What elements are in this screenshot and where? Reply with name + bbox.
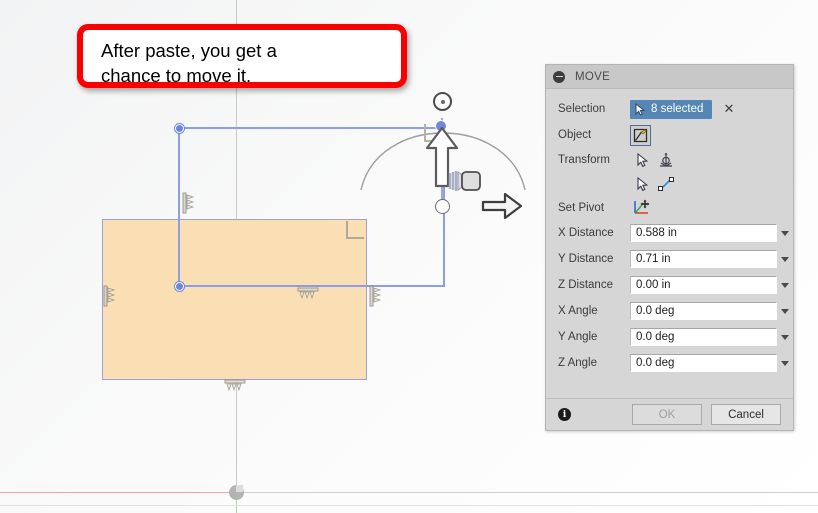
set-pivot-label: Set Pivot <box>558 202 605 214</box>
y-distance-dropdown-icon[interactable] <box>777 250 793 268</box>
corner-constraint-marker <box>346 221 364 239</box>
z-distance-input[interactable]: 0.00 in <box>630 276 778 294</box>
object-row: Object <box>546 122 793 148</box>
z-distance-label: Z Distance <box>558 279 613 291</box>
sketch-profile-face[interactable] <box>102 219 367 380</box>
horizontal-constraint-icon[interactable] <box>297 287 319 300</box>
x-distance-label: X Distance <box>558 227 614 239</box>
y-angle-label: Y Angle <box>558 331 598 343</box>
x-angle-label: X Angle <box>558 305 598 317</box>
object-label: Object <box>558 129 592 141</box>
transform-row-1: Transform <box>546 148 793 172</box>
canvas-bottom-divider <box>0 505 818 506</box>
move-dialog-body: Selection 8 selected ✕ Object Transform … <box>546 89 793 376</box>
rotate-handle[interactable] <box>433 92 452 111</box>
plane-move-handle[interactable] <box>448 168 484 194</box>
horizontal-constraint-icon[interactable] <box>224 379 246 392</box>
z-angle-input[interactable]: 0.0 deg <box>630 354 778 372</box>
move-dialog-titlebar[interactable]: MOVE <box>546 65 793 89</box>
selection-label: Selection <box>558 103 606 115</box>
sketch-point-top-left[interactable] <box>175 124 184 133</box>
transform-row-2 <box>546 172 793 196</box>
instruction-callout: After paste, you get a chance to move it… <box>77 24 407 88</box>
origin-quadrant-marker <box>236 485 243 492</box>
collapse-minus-icon[interactable] <box>553 70 565 83</box>
move-dialog-title: MOVE <box>575 70 611 83</box>
field-row-x-angle: X Angle 0.0 deg <box>546 298 793 324</box>
selection-row: Selection 8 selected ✕ <box>546 96 793 122</box>
info-icon[interactable]: i <box>558 408 571 421</box>
field-row-z-distance: Z Distance 0.00 in <box>546 272 793 298</box>
transform-label: Transform <box>558 154 610 166</box>
sketch-point-bottom-left[interactable] <box>175 282 184 291</box>
transform-cursor-icon-2[interactable] <box>630 174 654 194</box>
sketch-object-icon[interactable] <box>630 124 651 146</box>
pointer-arrow-annotation <box>481 192 523 220</box>
set-pivot-row: Set Pivot <box>546 196 793 220</box>
cursor-icon <box>635 102 646 116</box>
cancel-button[interactable]: Cancel <box>711 404 781 425</box>
field-row-y-distance: Y Distance 0.71 in <box>546 246 793 272</box>
pivot-axes-icon[interactable] <box>630 198 654 218</box>
vertical-constraint-icon[interactable] <box>103 285 116 307</box>
transform-cursor-icon[interactable] <box>630 150 654 170</box>
field-row-z-angle: Z Angle 0.0 deg <box>546 350 793 376</box>
gizmo-lower-handle[interactable] <box>435 199 450 214</box>
selection-chip[interactable]: 8 selected <box>630 99 713 119</box>
ok-button[interactable]: OK <box>632 404 702 425</box>
field-row-y-angle: Y Angle 0.0 deg <box>546 324 793 350</box>
field-row-x-distance: X Distance 0.588 in <box>546 220 793 246</box>
selection-count-label: 8 selected <box>651 103 704 115</box>
x-distance-input[interactable]: 0.588 in <box>630 224 778 242</box>
move-dialog-footer: i OK Cancel <box>546 398 793 430</box>
z-angle-label: Z Angle <box>558 357 597 369</box>
x-angle-input[interactable]: 0.0 deg <box>630 302 778 320</box>
vertical-constraint-icon[interactable] <box>182 192 195 214</box>
y-distance-input[interactable]: 0.71 in <box>630 250 778 268</box>
y-distance-label: Y Distance <box>558 253 614 265</box>
point-to-point-icon[interactable] <box>654 174 678 194</box>
x-axis-red <box>0 492 236 493</box>
move-dialog[interactable]: MOVE Selection 8 selected ✕ Object Trans… <box>545 64 794 431</box>
move-gizmo-icon[interactable] <box>654 150 678 170</box>
callout-line-2: chance to move it. <box>101 65 252 86</box>
vertical-constraint-icon[interactable] <box>369 285 382 307</box>
dialog-buttons: OK Cancel <box>632 404 781 425</box>
callout-line-1: After paste, you get a <box>101 40 277 61</box>
z-distance-dropdown-icon[interactable] <box>777 276 793 294</box>
x-distance-dropdown-icon[interactable] <box>777 224 793 242</box>
selected-sketch-line-left[interactable] <box>178 127 180 286</box>
z-angle-dropdown-icon[interactable] <box>777 354 793 372</box>
clear-selection-icon[interactable]: ✕ <box>723 103 734 116</box>
y-angle-input[interactable]: 0.0 deg <box>630 328 778 346</box>
x-angle-dropdown-icon[interactable] <box>777 302 793 320</box>
y-angle-dropdown-icon[interactable] <box>777 328 793 346</box>
